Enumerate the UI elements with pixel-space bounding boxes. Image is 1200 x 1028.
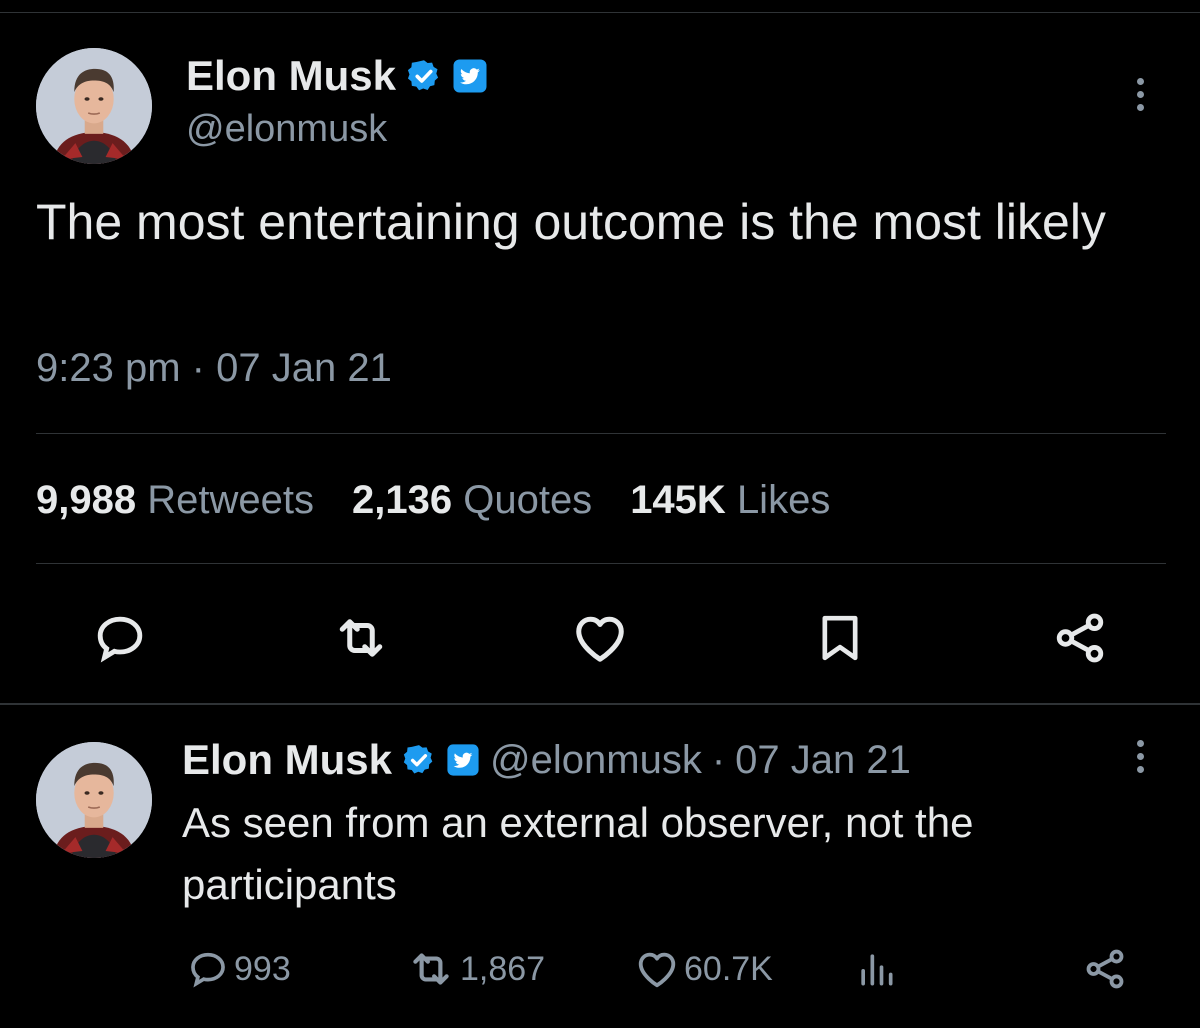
retweet-count: 1,867: [460, 949, 546, 988]
retweet-icon: [413, 953, 449, 985]
more-icon[interactable]: [1132, 78, 1148, 111]
bookmark-icon: [822, 615, 858, 661]
share-icon: [1086, 949, 1124, 989]
views-icon: [861, 954, 893, 986]
avatar[interactable]: [36, 742, 152, 858]
twitter-logo-badge-icon: [446, 743, 480, 777]
avatar[interactable]: [36, 48, 152, 164]
share-icon: [1056, 613, 1104, 663]
separator: ·: [191, 346, 205, 390]
separator: ·: [711, 737, 726, 782]
retweets-count: 9,988: [36, 478, 137, 522]
like-icon: [638, 952, 676, 988]
like-icon: [576, 616, 624, 662]
share-button[interactable]: [1050, 608, 1110, 668]
author-handle[interactable]: @elonmusk: [186, 108, 387, 151]
tweet-time[interactable]: 9:23 pm: [36, 346, 181, 390]
engagement-stats: 9,988 Retweets 2,136 Quotes 145K Likes: [36, 478, 830, 523]
quotes-label: Quotes: [463, 478, 593, 522]
divider: [36, 563, 1166, 564]
share-button[interactable]: [1082, 946, 1128, 992]
author-name[interactable]: Elon Musk: [182, 736, 392, 784]
more-icon[interactable]: [1132, 740, 1148, 773]
author-name[interactable]: Elon Musk: [186, 52, 488, 100]
verified-badge-icon: [406, 58, 442, 94]
likes-label: Likes: [736, 478, 831, 522]
tweet-divider: [0, 703, 1200, 705]
reply-button[interactable]: 993: [186, 946, 291, 992]
tweet-date[interactable]: 07 Jan 21: [735, 738, 911, 783]
retweets-stat[interactable]: 9,988 Retweets: [36, 478, 314, 523]
reply-icon: [97, 616, 143, 663]
reply-icon: [191, 952, 225, 988]
likes-count: 145K: [630, 478, 726, 522]
retweets-label: Retweets: [147, 478, 314, 522]
retweet-button[interactable]: 1,867: [406, 946, 545, 992]
reply-count: 993: [234, 949, 291, 988]
twitter-logo-badge-icon: [452, 58, 488, 94]
reply-button[interactable]: [90, 608, 150, 668]
top-divider: [0, 12, 1200, 13]
retweet-icon: [339, 619, 383, 657]
quotes-count: 2,136: [351, 478, 453, 522]
reply-text: As seen from an external observer, not t…: [182, 799, 974, 908]
author-name-text[interactable]: Elon Musk: [186, 52, 396, 100]
views-button[interactable]: [854, 946, 898, 992]
like-button[interactable]: 60.7K: [634, 946, 773, 992]
tweet-date[interactable]: 07 Jan 21: [216, 346, 392, 390]
bookmark-button[interactable]: [810, 608, 870, 668]
like-count: 60.7K: [684, 949, 773, 988]
tweet-timestamp[interactable]: 9:23 pm · 07 Jan 21: [36, 346, 392, 391]
author-handle[interactable]: @elonmusk: [490, 738, 702, 783]
likes-stat[interactable]: 145K Likes: [630, 478, 830, 523]
tweet-text: The most entertaining outcome is the mos…: [36, 194, 1106, 250]
divider: [36, 433, 1166, 434]
verified-badge-icon: [402, 743, 436, 777]
quotes-stat[interactable]: 2,136 Quotes: [352, 478, 592, 523]
like-button[interactable]: [570, 608, 630, 668]
retweet-button[interactable]: [331, 608, 391, 668]
reply-header: Elon Musk @elonmusk · 07 Jan 21: [182, 736, 911, 784]
